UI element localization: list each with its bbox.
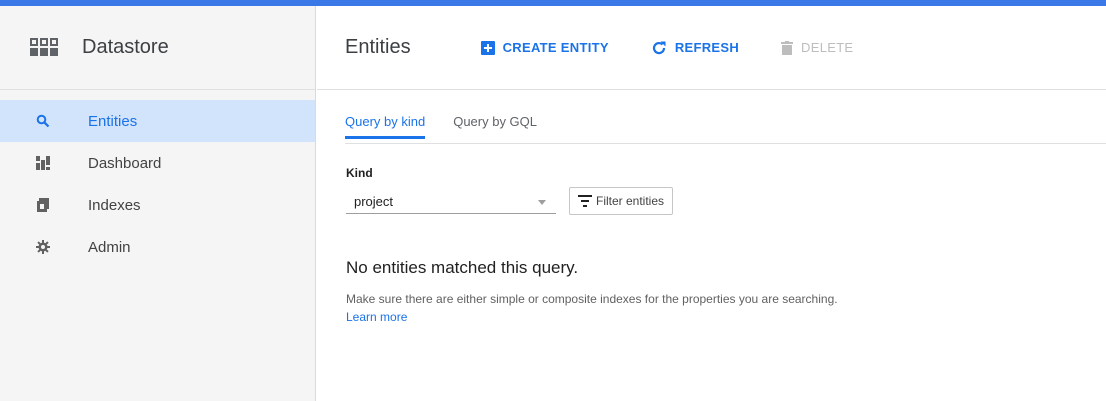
tab-query-by-gql[interactable]: Query by GQL [453,114,537,139]
sidebar-item-indexes[interactable]: Indexes [0,184,315,226]
sidebar-item-label: Dashboard [88,154,162,172]
sidebar-nav: Entities Dashboard Indexes Admin [0,90,315,268]
sidebar-item-label: Entities [88,112,138,130]
query-tabs: Query by kind Query by GQL [345,114,565,139]
delete-label: DELETE [801,40,854,55]
refresh-button[interactable]: REFRESH [651,40,739,56]
sidebar-brand: Datastore [0,6,315,90]
filter-entities-label: Filter entities [596,194,665,208]
trash-icon [781,40,794,55]
sidebar-item-entities[interactable]: Entities [0,100,315,142]
empty-state-text: Make sure there are either simple or com… [346,292,838,306]
indexes-icon [36,198,50,212]
create-entity-button[interactable]: CREATE ENTITY [480,40,609,55]
sidebar-item-label: Admin [88,238,131,256]
refresh-icon [652,41,666,54]
page-header: Entities CREATE ENTITY REFRESH DELETE [317,6,1106,90]
datastore-icon [30,37,58,58]
gear-icon [36,240,50,254]
app-title: Datastore [82,36,169,58]
empty-state-description: Make sure there are either simple or com… [346,290,866,326]
tabs-divider [345,143,1106,144]
kind-select[interactable]: project [346,190,556,214]
sidebar-item-admin[interactable]: Admin [0,226,315,268]
dashboard-icon [36,156,50,170]
tab-query-by-kind[interactable]: Query by kind [345,114,426,139]
refresh-label: REFRESH [674,40,740,55]
filter-icon [578,195,592,207]
sidebar-item-dashboard[interactable]: Dashboard [0,142,315,184]
delete-button[interactable]: DELETE [781,40,853,55]
create-entity-label: CREATE ENTITY [502,40,609,55]
sidebar: Datastore Entities Dashboard Indexes Adm… [0,6,316,401]
filter-entities-button[interactable]: Filter entities [569,187,674,215]
kind-label: Kind [346,166,373,180]
page-title: Entities [345,36,411,58]
learn-more-link[interactable]: Learn more [346,310,407,324]
add-box-icon [480,40,495,55]
sidebar-item-label: Indexes [88,196,141,214]
search-icon [36,114,50,128]
empty-state-title: No entities matched this query. [346,258,579,277]
main-content: Entities CREATE ENTITY REFRESH DELETE Qu… [317,6,1106,401]
chevron-down-icon [538,200,546,205]
kind-select-value: project [354,194,394,209]
